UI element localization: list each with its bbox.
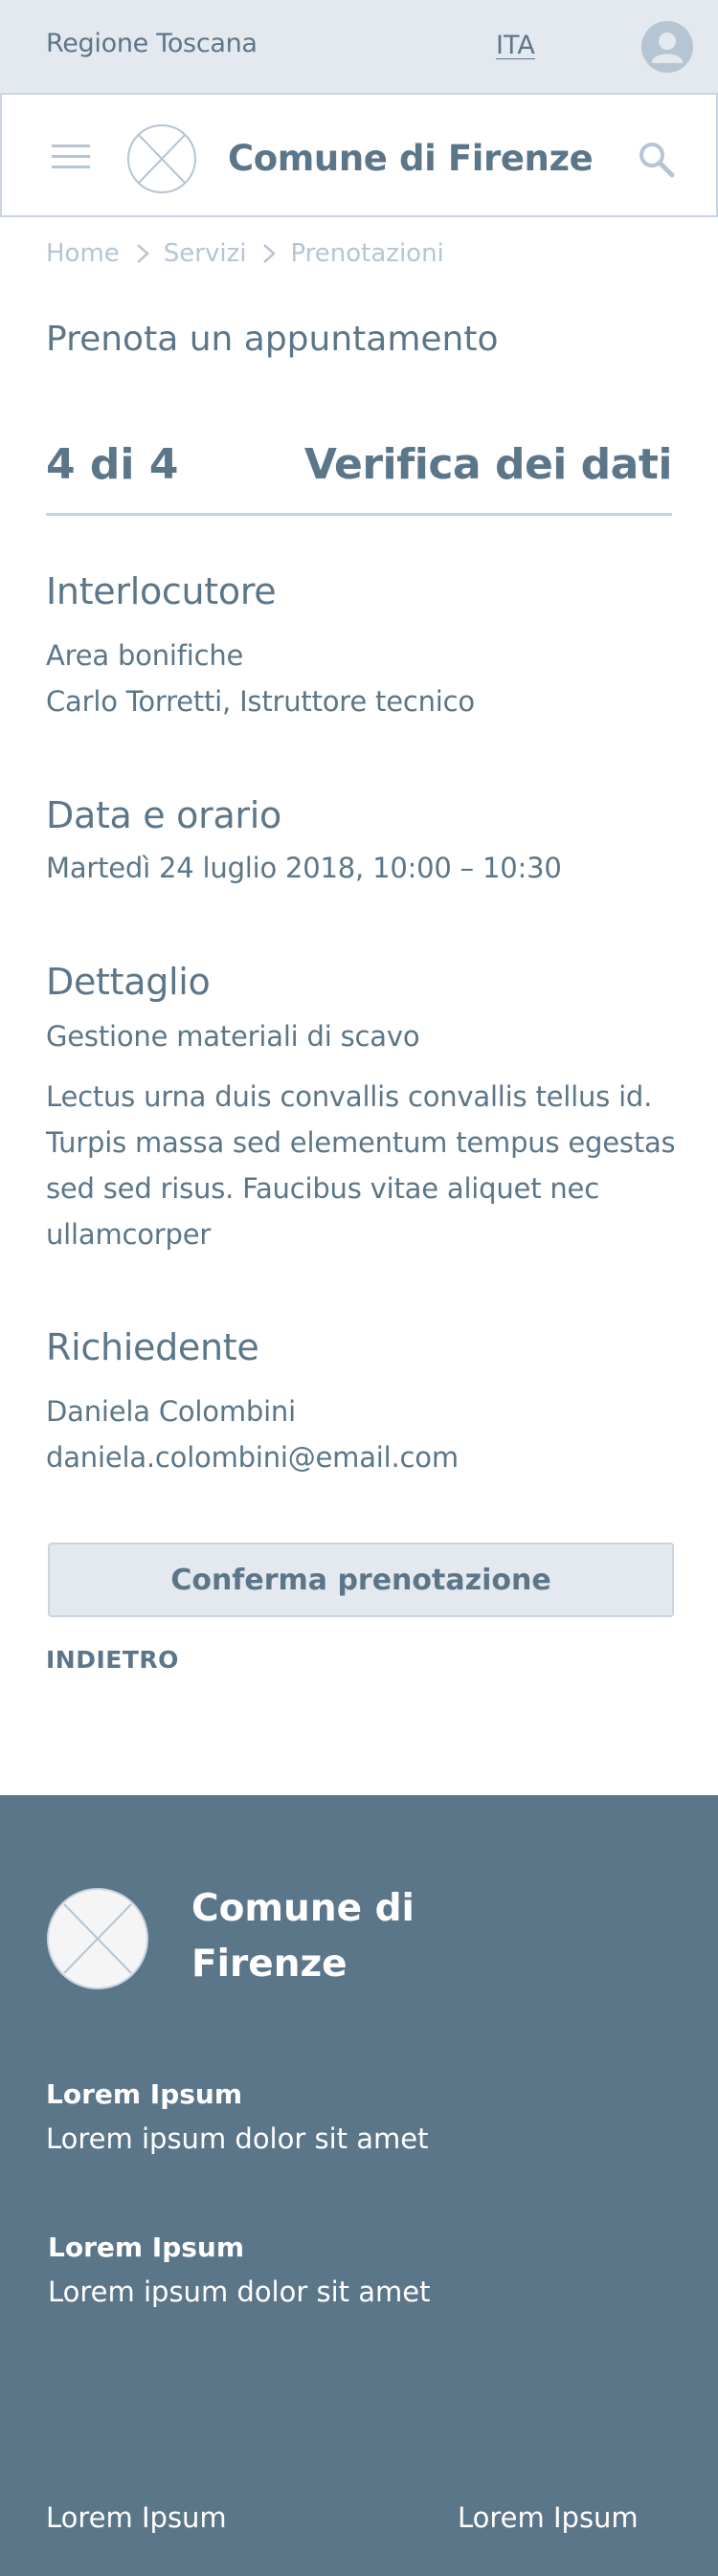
site-title[interactable]: Comune di Firenze: [228, 138, 594, 179]
richiedente-email: daniela.colombini@email.com: [46, 1441, 459, 1474]
site-footer: Comune di Firenze Lorem Ipsum Lorem ipsu…: [0, 1795, 718, 2576]
breadcrumb: Home Servizi Prenotazioni: [46, 237, 444, 270]
richiedente-name: Daniela Colombini: [46, 1395, 296, 1428]
step-title: Verifica dei dati: [303, 440, 673, 489]
data-orario-value: Martedì 24 luglio 2018, 10:00 – 10:30: [46, 852, 562, 884]
richiedente-heading: Richiedente: [46, 1326, 259, 1368]
user-avatar-icon[interactable]: [641, 21, 693, 73]
interlocutore-heading: Interlocutore: [46, 570, 277, 612]
region-link[interactable]: Regione Toscana: [46, 29, 258, 58]
footer-block-heading: Lorem Ipsum: [48, 2232, 245, 2263]
hamburger-menu-icon[interactable]: [52, 143, 90, 171]
search-icon[interactable]: [638, 141, 676, 179]
step-counter: 4 di 4: [46, 440, 179, 489]
language-selector[interactable]: ITA: [496, 31, 535, 60]
site-header: Comune di Firenze: [0, 93, 718, 217]
page-title: Prenota un appuntamento: [46, 320, 499, 359]
breadcrumb-item-servizi[interactable]: Servizi: [164, 239, 247, 268]
placeholder-logo-icon[interactable]: [46, 1887, 149, 1990]
dettaglio-description: Lectus urna duis convallis convallis tel…: [46, 1080, 676, 1251]
interlocutore-person: Carlo Torretti, Istruttore tecnico: [46, 685, 475, 718]
step-divider: [46, 513, 672, 516]
footer-block-text: Lorem ipsum dolor sit amet: [46, 2122, 429, 2155]
footer-block-text: Lorem ipsum dolor sit amet: [48, 2276, 431, 2308]
breadcrumb-item-prenotazioni: Prenotazioni: [290, 239, 444, 268]
interlocutore-area: Area bonifiche: [46, 639, 244, 672]
footer-link[interactable]: Lorem Ipsum: [458, 2501, 639, 2534]
footer-link[interactable]: Lorem Ipsum: [46, 2501, 227, 2534]
footer-title: Comune di Firenze: [191, 1887, 415, 1986]
back-link[interactable]: INDIETRO: [46, 1646, 179, 1674]
top-bar: Regione Toscana ITA: [0, 0, 718, 93]
dettaglio-heading: Dettaglio: [46, 961, 211, 1003]
chevron-right-icon: [263, 244, 277, 263]
footer-block-heading: Lorem Ipsum: [46, 2078, 243, 2110]
dettaglio-subject: Gestione materiali di scavo: [46, 1020, 420, 1053]
confirm-booking-button[interactable]: Conferma prenotazione: [48, 1543, 674, 1617]
breadcrumb-item-home[interactable]: Home: [46, 239, 120, 268]
data-orario-heading: Data e orario: [46, 794, 281, 836]
chevron-right-icon: [136, 244, 149, 263]
placeholder-logo-icon[interactable]: [126, 123, 197, 194]
